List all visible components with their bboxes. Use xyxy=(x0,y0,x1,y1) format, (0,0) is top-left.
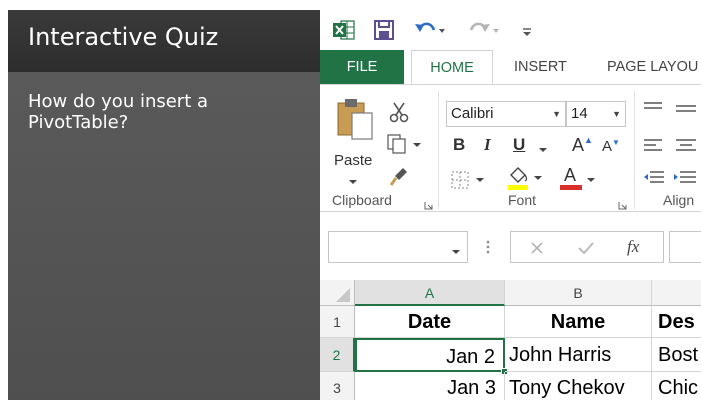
formula-buttons: fx xyxy=(510,231,664,263)
formula-input[interactable] xyxy=(669,231,701,263)
font-name-combo[interactable]: Calibri ▼ xyxy=(446,101,566,127)
row-header-1[interactable]: 1 xyxy=(320,306,355,338)
bold-button[interactable]: B xyxy=(453,135,473,159)
font-size-dropdown-icon: ▼ xyxy=(612,109,621,119)
enter-icon[interactable] xyxy=(577,240,595,261)
row-header-2[interactable]: 2 xyxy=(320,338,355,372)
cell-a2[interactable]: Jan 2 xyxy=(355,338,505,372)
font-color-label: A xyxy=(564,165,577,185)
tab-page-layout[interactable]: PAGE LAYOU xyxy=(607,50,698,84)
borders-icon[interactable] xyxy=(450,169,490,196)
italic-button[interactable]: I xyxy=(484,135,504,159)
top-align-icon[interactable] xyxy=(644,99,701,124)
cell-a3[interactable]: Jan 3 xyxy=(355,372,505,400)
select-all-corner[interactable] xyxy=(320,280,355,306)
copy-icon[interactable] xyxy=(386,133,422,160)
excel-logo-icon[interactable] xyxy=(332,18,356,42)
row-header-3[interactable]: 3 xyxy=(320,372,355,400)
tab-home[interactable]: HOME xyxy=(411,50,493,85)
redo-icon[interactable] xyxy=(466,18,500,42)
cell-c3[interactable]: Chic xyxy=(652,372,701,400)
font-color-dropdown-icon xyxy=(586,171,596,189)
customize-qat-icon[interactable] xyxy=(520,18,534,42)
font-name-value: Calibri xyxy=(451,105,494,122)
column-header-a[interactable]: A xyxy=(355,280,505,306)
formula-bar: fx xyxy=(320,212,701,276)
cell-c2[interactable]: Bost xyxy=(652,338,701,372)
grow-font-button[interactable]: A▲ xyxy=(572,135,593,156)
align-left-icon[interactable] xyxy=(644,137,701,162)
clipboard-group-label: Clipboard xyxy=(332,192,392,208)
insert-function-button[interactable]: fx xyxy=(627,237,639,257)
font-size-value: 14 xyxy=(571,105,588,122)
cell-c1[interactable]: Des xyxy=(652,306,701,338)
cut-icon[interactable] xyxy=(388,101,410,128)
quiz-header: Interactive Quiz xyxy=(8,10,320,72)
quiz-title: Interactive Quiz xyxy=(28,23,219,51)
quiz-panel: Interactive Quiz How do you insert a Piv… xyxy=(8,10,320,400)
cell-b1[interactable]: Name xyxy=(505,306,652,338)
formula-bar-grip-icon xyxy=(486,240,490,259)
name-box-dropdown-icon[interactable] xyxy=(451,243,461,261)
column-header-b[interactable]: B xyxy=(505,280,652,306)
indent-icon[interactable] xyxy=(644,169,701,194)
name-box[interactable] xyxy=(328,231,468,263)
clipboard-launcher-icon[interactable] xyxy=(424,197,433,210)
format-painter-icon[interactable] xyxy=(388,165,410,192)
cancel-icon[interactable] xyxy=(529,240,545,261)
tab-file[interactable]: FILE xyxy=(320,50,404,84)
undo-icon[interactable] xyxy=(412,18,446,42)
shrink-font-label: A xyxy=(602,138,613,155)
font-color-swatch xyxy=(560,185,582,190)
worksheet-grid: A B 1 Date Name Des 2 Jan 2 John Harris … xyxy=(320,276,701,400)
alignment-group-label: Align xyxy=(663,192,695,208)
ribbon: Paste Clipboard Calibri ▼ 14 ▼ B I U A▲ … xyxy=(320,84,701,212)
tab-insert[interactable]: INSERT xyxy=(514,50,567,84)
column-header-c[interactable] xyxy=(652,280,701,306)
quiz-question: How do you insert a PivotTable? xyxy=(28,91,209,133)
font-color-button[interactable]: A xyxy=(560,165,600,193)
underline-dropdown-icon[interactable] xyxy=(538,141,548,159)
grow-font-label: A xyxy=(572,135,585,155)
cell-b2[interactable]: John Harris xyxy=(505,338,652,372)
paste-icon xyxy=(336,97,376,146)
ribbon-tabs: FILE HOME INSERT PAGE LAYOU xyxy=(320,50,701,85)
underline-button[interactable]: U xyxy=(513,135,533,159)
font-launcher-icon[interactable] xyxy=(618,197,627,210)
paste-dropdown-icon xyxy=(348,173,358,191)
shrink-font-button[interactable]: A▼ xyxy=(602,138,620,155)
paste-label: Paste xyxy=(334,152,373,169)
font-size-combo[interactable]: 14 ▼ xyxy=(566,101,626,127)
cell-b3[interactable]: Tony Chekov xyxy=(505,372,652,400)
quick-access-toolbar xyxy=(320,10,701,50)
save-icon[interactable] xyxy=(372,18,396,42)
paste-button[interactable]: Paste xyxy=(334,97,378,184)
font-name-dropdown-icon: ▼ xyxy=(552,109,561,119)
cell-a1[interactable]: Date xyxy=(355,306,505,338)
font-group-label: Font xyxy=(508,192,537,208)
excel-window: FILE HOME INSERT PAGE LAYOU Paste Clipbo… xyxy=(320,10,701,400)
